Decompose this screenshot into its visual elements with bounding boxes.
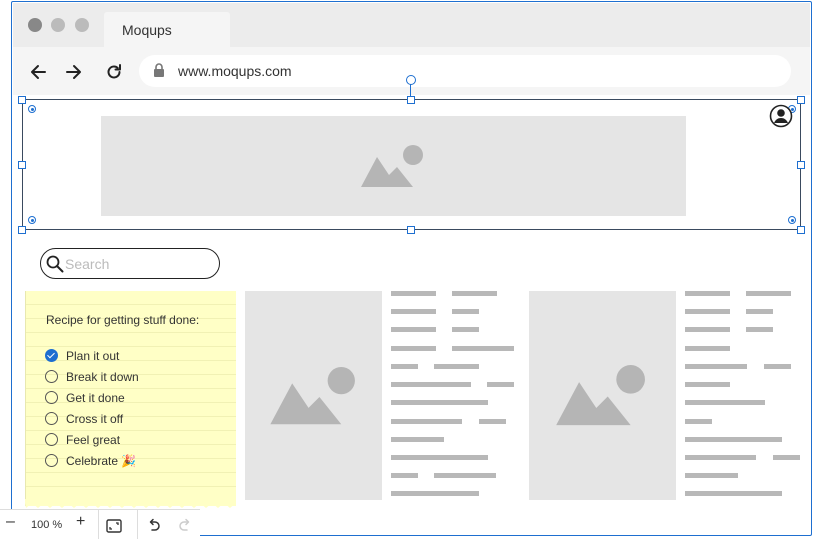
- checklist-item-label: Break it down: [66, 369, 139, 384]
- rotate-handle-stem: [410, 83, 411, 97]
- image-placeholder-icon: [270, 367, 355, 425]
- selection-box[interactable]: [22, 99, 801, 230]
- checklist-item[interactable]: Plan it out: [45, 347, 119, 365]
- resize-handle-nw[interactable]: [18, 96, 26, 104]
- checklist-item-label: Get it done: [66, 390, 125, 405]
- checkbox[interactable]: [45, 391, 58, 405]
- checkbox[interactable]: [45, 433, 58, 447]
- window-maximize-dot[interactable]: [75, 18, 89, 32]
- browser-tab-title: Moqups: [122, 22, 172, 38]
- corner-radius-handle-nw[interactable]: [28, 105, 36, 113]
- window-close-dot[interactable]: [28, 18, 42, 32]
- resize-handle-s[interactable]: [407, 226, 415, 234]
- url-text: www.moqups.com: [178, 63, 292, 79]
- image-placeholder-icon: [556, 365, 645, 426]
- resize-handle-ne[interactable]: [797, 96, 805, 104]
- checklist-item[interactable]: Get it done: [45, 389, 125, 407]
- toolbar-divider: [137, 509, 138, 539]
- toolbar-divider: [98, 509, 99, 539]
- checklist-item[interactable]: Break it down: [45, 368, 139, 386]
- corner-radius-handle-se[interactable]: [788, 216, 796, 224]
- checklist-item[interactable]: Feel great: [45, 431, 120, 449]
- browser-tab[interactable]: Moqups: [104, 12, 230, 48]
- zoom-level[interactable]: 100 %: [31, 519, 62, 531]
- zoom-in-button[interactable]: +: [76, 513, 85, 531]
- resize-handle-se[interactable]: [797, 226, 805, 234]
- checkbox[interactable]: [45, 454, 58, 468]
- note-title: Recipe for getting stuff done:: [46, 313, 200, 327]
- rotate-handle[interactable]: [406, 75, 416, 85]
- reload-icon[interactable]: [104, 62, 124, 82]
- resize-handle-e[interactable]: [797, 161, 805, 169]
- resize-handle-w[interactable]: [18, 161, 26, 169]
- redo-icon[interactable]: [177, 518, 193, 534]
- zoom-toolbar: [0, 509, 200, 540]
- checkbox[interactable]: [45, 370, 58, 384]
- resize-handle-sw[interactable]: [18, 226, 26, 234]
- checklist-item[interactable]: Celebrate 🎉: [45, 452, 136, 470]
- lock-icon: [154, 63, 164, 77]
- forward-arrow-icon[interactable]: [64, 62, 84, 82]
- back-arrow-icon[interactable]: [28, 62, 48, 82]
- search-icon: [46, 255, 64, 273]
- search-input[interactable]: [65, 256, 205, 272]
- checklist-item-label: Feel great: [66, 432, 121, 447]
- checkbox-checked[interactable]: [45, 349, 58, 363]
- checklist-item-label: Plan it out: [66, 348, 120, 363]
- zoom-out-button[interactable]: –: [6, 513, 15, 531]
- corner-radius-handle-sw[interactable]: [28, 216, 36, 224]
- resize-handle-n[interactable]: [407, 96, 415, 104]
- checklist-item[interactable]: Cross it off: [45, 410, 123, 428]
- undo-icon[interactable]: [146, 518, 162, 534]
- checklist-item-label: Celebrate 🎉: [66, 453, 137, 468]
- checklist-item-label: Cross it off: [66, 411, 124, 426]
- fit-screen-icon[interactable]: [106, 519, 122, 533]
- user-avatar-icon[interactable]: [769, 104, 793, 128]
- window-minimize-dot[interactable]: [51, 18, 65, 32]
- note-torn-edge: [25, 499, 236, 508]
- checkbox[interactable]: [45, 412, 58, 426]
